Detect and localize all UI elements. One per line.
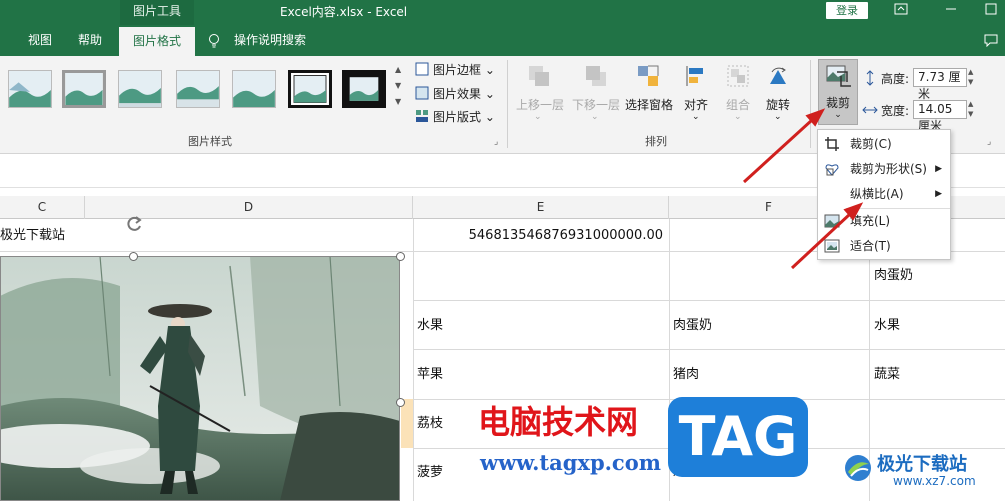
- annotation-arrows: [742, 108, 864, 270]
- red-arrow-to-aspect-ratio: [790, 202, 864, 270]
- red-arrow-to-crop: [742, 108, 826, 184]
